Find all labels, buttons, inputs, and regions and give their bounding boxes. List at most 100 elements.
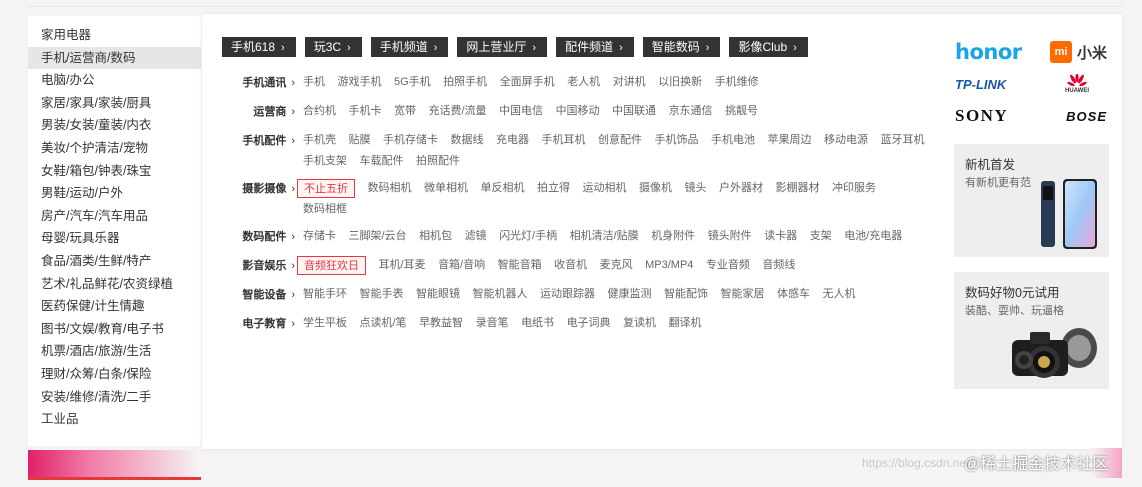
subcategory-title[interactable]: 手机通讯 ›: [224, 72, 295, 95]
channel-tab[interactable]: 影像Club ›: [729, 37, 808, 57]
channel-tab[interactable]: 手机频道 ›: [370, 37, 449, 57]
subcategory-link[interactable]: 支架: [810, 226, 832, 249]
subcategory-link[interactable]: 镜头附件: [708, 226, 752, 249]
subcategory-link[interactable]: 相机清洁/贴膜: [570, 226, 639, 249]
subcategory-link[interactable]: 电池/充电器: [844, 226, 902, 249]
xiaomi-logo[interactable]: mi 小米: [1049, 41, 1107, 63]
huawei-logo[interactable]: HUAWEI: [1047, 74, 1107, 94]
sidebar-item[interactable]: 男装/女装/童装/内衣: [28, 114, 201, 137]
subcategory-link[interactable]: 录音笔: [476, 313, 509, 336]
bose-logo[interactable]: BOSE: [1066, 109, 1107, 124]
sidebar-item[interactable]: 医药保健/计生情趣: [28, 295, 201, 318]
sidebar-item[interactable]: 家居/家具/家装/厨具: [28, 92, 201, 115]
subcategory-link[interactable]: 中国电信: [499, 101, 543, 124]
subcategory-link[interactable]: 对讲机: [613, 72, 646, 95]
subcategory-link[interactable]: 宽带: [394, 101, 416, 124]
sidebar-item[interactable]: 工业品: [28, 408, 201, 431]
subcategory-link[interactable]: 京东通信: [669, 101, 713, 124]
subcategory-link[interactable]: 苹果周边: [768, 130, 812, 151]
subcategory-link[interactable]: 智能音箱: [498, 255, 542, 278]
sidebar-item-active[interactable]: 手机/运营商/数码: [28, 46, 201, 70]
sidebar-item[interactable]: 安装/维修/清洗/二手: [28, 386, 201, 409]
subcategory-link[interactable]: 体感车: [777, 284, 810, 307]
subcategory-link[interactable]: 拍立得: [537, 178, 570, 199]
channel-tab[interactable]: 配件频道 ›: [556, 37, 634, 57]
tplink-logo[interactable]: TP-LINK: [955, 77, 1006, 92]
subcategory-title[interactable]: 手机配件 ›: [224, 130, 295, 172]
subcategory-link[interactable]: 蓝牙耳机: [881, 130, 925, 151]
subcategory-link[interactable]: 冲印服务: [832, 178, 876, 199]
subcategory-link[interactable]: 音频线: [762, 255, 795, 278]
subcategory-link[interactable]: 音箱/音响: [438, 255, 485, 278]
sidebar-item[interactable]: 房产/汽车/汽车用品: [28, 205, 201, 228]
subcategory-link[interactable]: 移动电源: [824, 130, 868, 151]
subcategory-link[interactable]: 复读机: [623, 313, 656, 336]
subcategory-link[interactable]: 手机维修: [715, 72, 759, 95]
subcategory-link[interactable]: 无人机: [823, 284, 856, 307]
subcategory-title[interactable]: 影音娱乐 ›: [224, 255, 295, 278]
subcategory-link[interactable]: MP3/MP4: [645, 255, 693, 278]
subcategory-title[interactable]: 电子教育 ›: [224, 313, 295, 336]
subcategory-link[interactable]: 电纸书: [521, 313, 554, 336]
subcategory-link[interactable]: 摄像机: [639, 178, 672, 199]
channel-tab[interactable]: 智能数码 ›: [642, 37, 721, 57]
subcategory-link[interactable]: 智能配饰: [664, 284, 708, 307]
subcategory-link[interactable]: 三脚架/云台: [349, 226, 407, 249]
sidebar-item[interactable]: 家用电器: [28, 24, 201, 47]
subcategory-link[interactable]: 手机饰品: [655, 130, 699, 151]
channel-tab[interactable]: 玩3C ›: [304, 37, 362, 57]
subcategory-title[interactable]: 摄影摄像 ›: [224, 178, 295, 220]
new-phone-promo[interactable]: 新机首发 有新机更有范: [954, 144, 1109, 257]
subcategory-link[interactable]: 以旧换新: [658, 72, 702, 95]
hot-link-badge[interactable]: 音频狂欢日: [297, 256, 366, 275]
sidebar-item[interactable]: 机票/酒店/旅游/生活: [28, 340, 201, 363]
honor-logo[interactable]: honor: [955, 40, 1022, 64]
subcategory-link[interactable]: 运动相机: [583, 178, 627, 199]
subcategory-link[interactable]: 数码相框: [303, 199, 347, 220]
subcategory-link[interactable]: 全面屏手机: [500, 72, 555, 95]
subcategory-link[interactable]: 滤镜: [465, 226, 487, 249]
sidebar-item[interactable]: 电脑/办公: [28, 69, 201, 92]
sidebar-item[interactable]: 图书/文娱/教育/电子书: [28, 318, 201, 341]
subcategory-link[interactable]: 中国移动: [556, 101, 600, 124]
subcategory-link[interactable]: 点读机/笔: [360, 313, 407, 336]
sidebar-item[interactable]: 女鞋/箱包/钟表/珠宝: [28, 160, 201, 183]
subcategory-link[interactable]: 相机包: [419, 226, 452, 249]
subcategory-title[interactable]: 数码配件 ›: [224, 226, 295, 249]
free-trial-promo[interactable]: 数码好物0元试用 装酷、耍帅、玩逼格: [954, 272, 1109, 389]
channel-tab[interactable]: 网上营业厅 ›: [457, 37, 548, 57]
channel-tab[interactable]: 手机618 ›: [222, 37, 296, 57]
subcategory-link[interactable]: 手机电池: [711, 130, 755, 151]
sony-logo[interactable]: SONY: [955, 106, 1008, 126]
subcategory-link[interactable]: 老人机: [567, 72, 600, 95]
subcategory-link[interactable]: 拍照配件: [416, 151, 460, 172]
subcategory-link[interactable]: 读卡器: [764, 226, 797, 249]
subcategory-link[interactable]: 镜头: [685, 178, 707, 199]
subcategory-link[interactable]: 运动跟踪器: [540, 284, 595, 307]
subcategory-link[interactable]: 机身附件: [651, 226, 695, 249]
subcategory-link[interactable]: 合约机: [303, 101, 336, 124]
sidebar-item[interactable]: 男鞋/运动/户外: [28, 182, 201, 205]
subcategory-link[interactable]: 手机: [303, 72, 325, 95]
subcategory-link[interactable]: 智能手表: [360, 284, 404, 307]
subcategory-link[interactable]: 5G手机: [394, 72, 431, 95]
subcategory-link[interactable]: 收音机: [554, 255, 587, 278]
subcategory-link[interactable]: 拍照手机: [443, 72, 487, 95]
subcategory-link[interactable]: 手机卡: [349, 101, 382, 124]
sidebar-item[interactable]: 艺术/礼品鲜花/农资绿植: [28, 273, 201, 296]
subcategory-link[interactable]: 手机支架: [303, 151, 347, 172]
subcategory-link[interactable]: 智能手环: [303, 284, 347, 307]
subcategory-link[interactable]: 健康监测: [608, 284, 652, 307]
subcategory-link[interactable]: 中国联通: [612, 101, 656, 124]
subcategory-link[interactable]: 车载配件: [360, 151, 404, 172]
subcategory-link[interactable]: 影棚器材: [776, 178, 820, 199]
sidebar-item[interactable]: 母婴/玩具乐器: [28, 227, 201, 250]
subcategory-link[interactable]: 智能机器人: [473, 284, 528, 307]
subcategory-link[interactable]: 微单相机: [424, 178, 468, 199]
subcategory-title[interactable]: 运营商 ›: [224, 101, 295, 124]
subcategory-link[interactable]: 存储卡: [303, 226, 336, 249]
subcategory-title[interactable]: 智能设备 ›: [224, 284, 295, 307]
subcategory-link[interactable]: 挑靓号: [725, 101, 758, 124]
subcategory-link[interactable]: 学生平板: [303, 313, 347, 336]
subcategory-link[interactable]: 手机存储卡: [383, 130, 438, 151]
